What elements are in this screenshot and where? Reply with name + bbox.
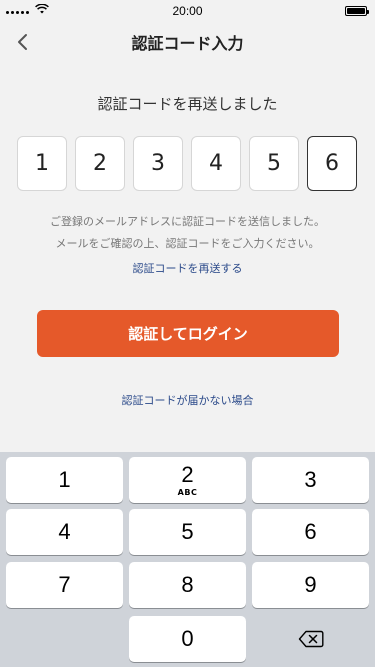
nav-bar: 認証コード入力 — [0, 22, 375, 62]
code-digit-5[interactable]: 5 — [249, 136, 299, 191]
backspace-icon — [298, 630, 323, 648]
battery-icon — [345, 6, 369, 16]
key-0-label: 0 — [181, 626, 194, 651]
key-6[interactable]: 6 — [252, 509, 369, 555]
key-9-label: 9 — [304, 572, 317, 597]
key-0[interactable]: 0 — [129, 616, 246, 662]
key-7-label: 7 — [58, 572, 71, 597]
key-3-label: 3 — [304, 467, 317, 492]
code-digit-2[interactable]: 2 — [75, 136, 125, 191]
key-5-label: 5 — [181, 519, 194, 544]
key-1-label: 1 — [58, 467, 71, 492]
code-digit-3[interactable]: 3 — [133, 136, 183, 191]
key-4[interactable]: 4 — [6, 509, 123, 555]
instruction-message: ご登録のメールアドレスに認証コードを送信しました。 メールをご確認の上、認証コー… — [0, 211, 375, 255]
instruction-line-2: メールをご確認の上、認証コードをご入力ください。 — [55, 237, 320, 250]
code-digit-1[interactable]: 1 — [17, 136, 67, 191]
wifi-icon — [35, 4, 49, 14]
key-6-label: 6 — [304, 519, 317, 544]
key-3[interactable]: 3 — [252, 457, 369, 503]
key-2[interactable]: 2 ABC — [129, 457, 246, 503]
chevron-left-icon — [18, 34, 27, 50]
signal-icon — [6, 4, 29, 14]
code-not-received-link[interactable]: 認証コードが届かない場合 — [0, 392, 375, 408]
key-2-letters: ABC — [177, 487, 198, 497]
key-2-label: 2 — [181, 461, 194, 487]
instruction-line-1: ご登録のメールアドレスに認証コードを送信しました。 — [50, 215, 325, 228]
numeric-keypad: 1 2 ABC 3 4 5 6 7 8 9 0 — [0, 452, 375, 667]
status-left — [6, 4, 49, 14]
key-5[interactable]: 5 — [129, 509, 246, 555]
verify-login-button[interactable]: 認証してログイン — [37, 310, 339, 357]
key-7[interactable]: 7 — [6, 562, 123, 608]
resend-code-link[interactable]: 認証コードを再送する — [0, 260, 375, 276]
code-digit-4[interactable]: 4 — [191, 136, 241, 191]
code-input-row: 1 2 3 4 5 6 — [17, 136, 357, 191]
headline-text: 認証コードを再送しました — [97, 95, 278, 113]
key-9[interactable]: 9 — [252, 562, 369, 608]
key-8[interactable]: 8 — [129, 562, 246, 608]
key-4-label: 4 — [58, 519, 71, 544]
delete-key[interactable] — [252, 616, 369, 662]
back-button[interactable] — [8, 28, 36, 56]
status-bar: 20:00 — [0, 0, 375, 22]
key-1[interactable]: 1 — [6, 457, 123, 503]
code-digit-6[interactable]: 6 — [307, 136, 357, 191]
page-title: 認証コード入力 — [131, 34, 244, 53]
status-time: 20:00 — [172, 4, 203, 18]
key-8-label: 8 — [181, 572, 194, 597]
